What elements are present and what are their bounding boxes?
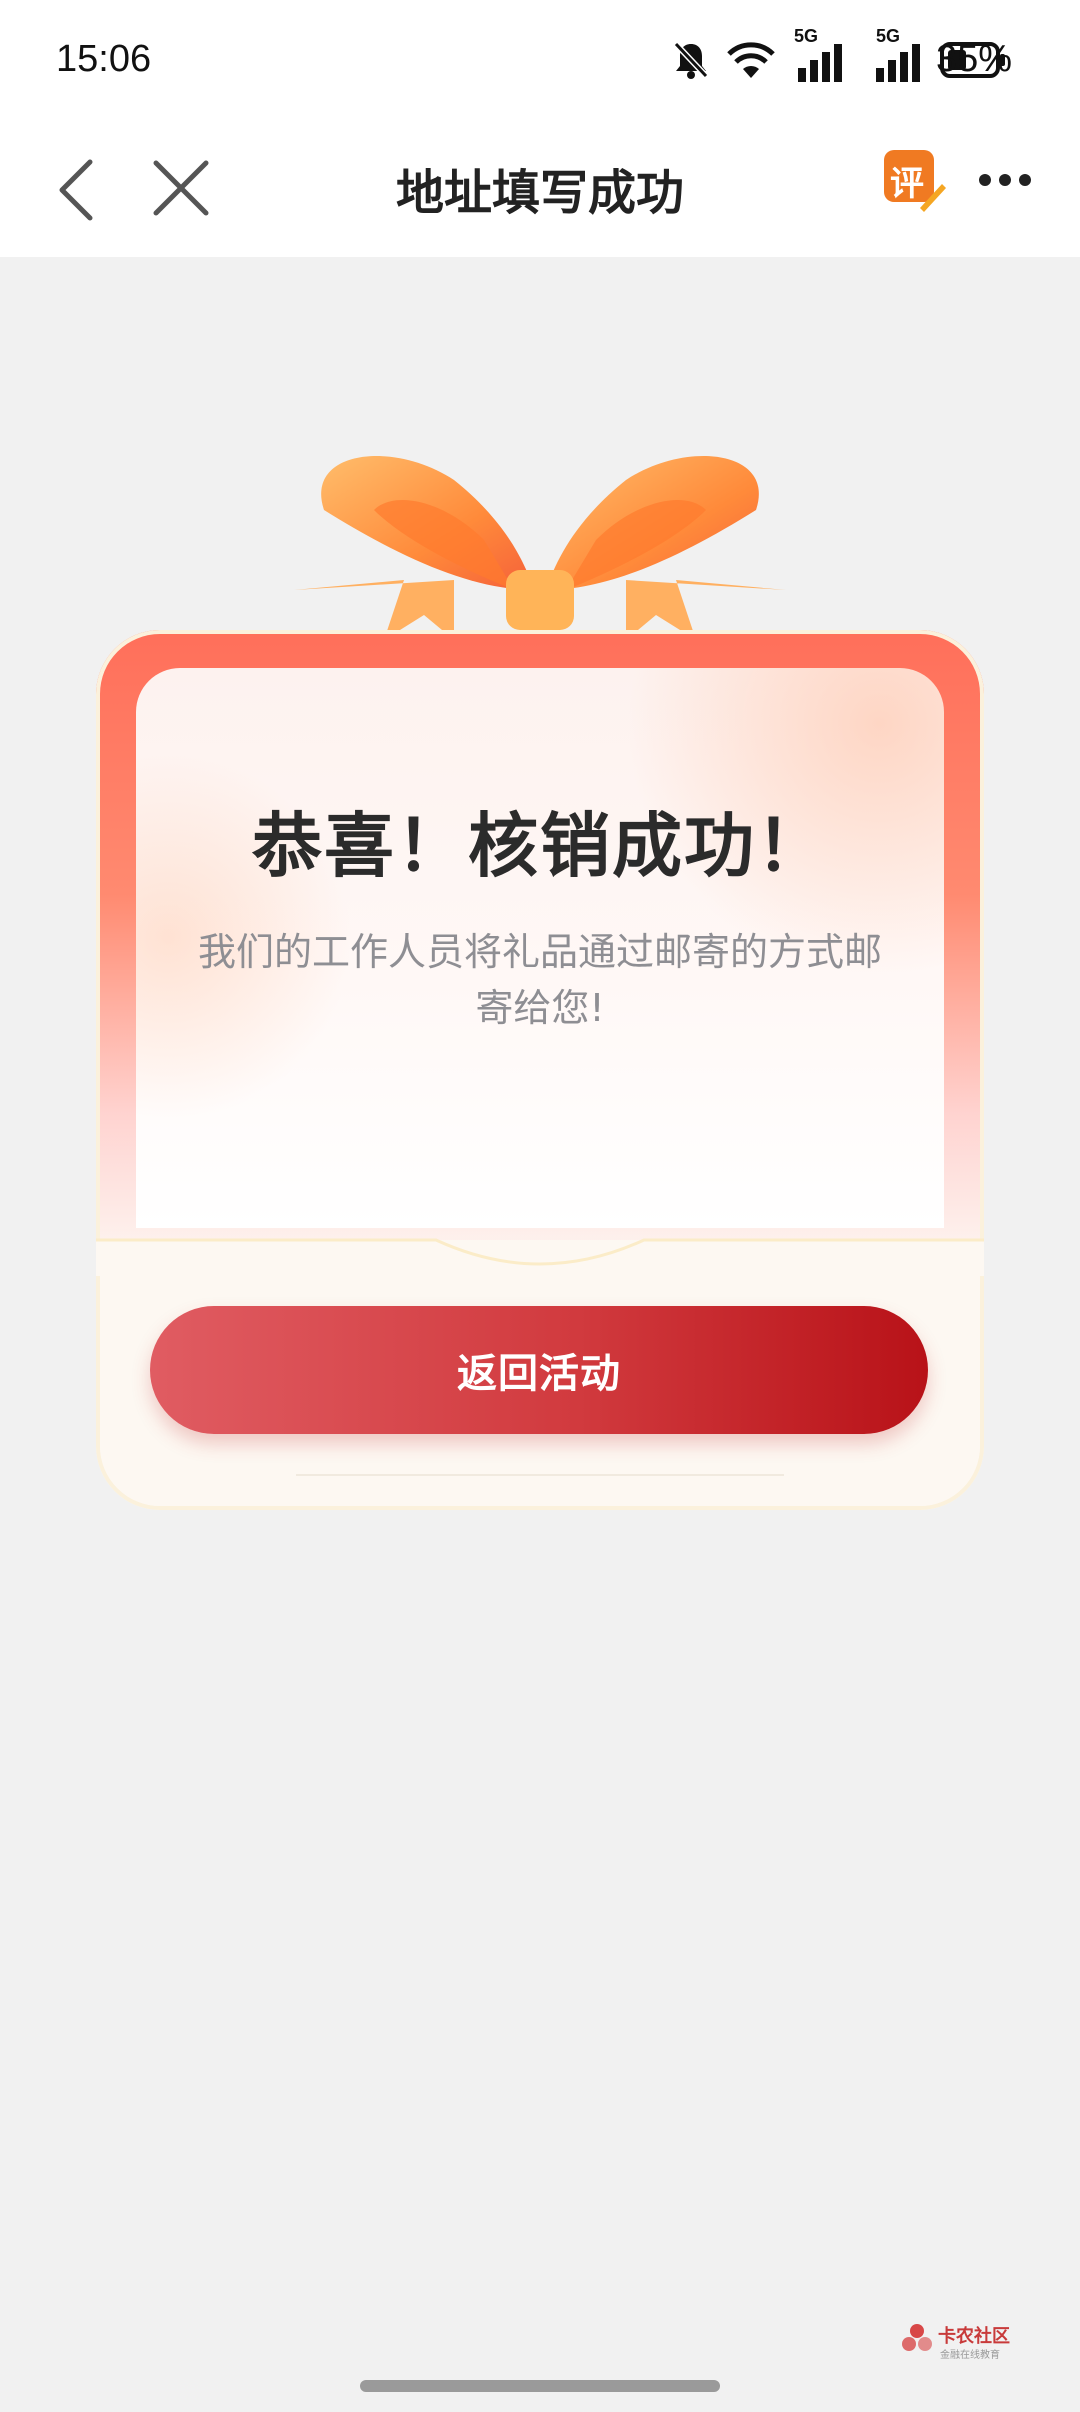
watermark-tagline: 金融在线教育: [940, 2350, 1000, 2361]
status-time: 15:06: [56, 38, 152, 80]
review-button[interactable]: 评: [884, 150, 946, 212]
wifi-icon: [727, 42, 775, 78]
status-bar: 15:06 5G 5G 35%: [0, 0, 1080, 125]
ribbon-bow-icon: [294, 456, 786, 640]
watermark: 卡农社区 金融在线教育: [900, 2320, 1030, 2370]
review-badge-label: 评: [890, 164, 924, 204]
more-icon[interactable]: [978, 165, 1032, 195]
watermark-brand: 卡农社区: [938, 2326, 1010, 2347]
signal-icon: [876, 44, 920, 82]
status-icons: 5G 5G 35%: [580, 26, 1080, 90]
nav-bar: 地址填写成功 评: [0, 125, 1080, 257]
return-to-activity-button[interactable]: 返回活动: [150, 1306, 928, 1434]
signal-icon: [798, 44, 842, 82]
card-notch: [96, 1238, 984, 1276]
success-title: 恭喜！核销成功！: [252, 805, 828, 887]
card-divider: [296, 1474, 784, 1476]
brand-logo-icon: [902, 2324, 932, 2351]
mute-icon: [673, 41, 709, 79]
battery-percent: 35%: [935, 38, 1012, 80]
gift-card: 恭喜！核销成功！ 我们的工作人员将礼品通过邮寄的方式邮寄给您! 返回活动: [96, 440, 984, 1520]
success-description: 我们的工作人员将礼品通过邮寄的方式邮寄给您!: [197, 930, 882, 1030]
home-indicator[interactable]: [360, 2380, 720, 2392]
